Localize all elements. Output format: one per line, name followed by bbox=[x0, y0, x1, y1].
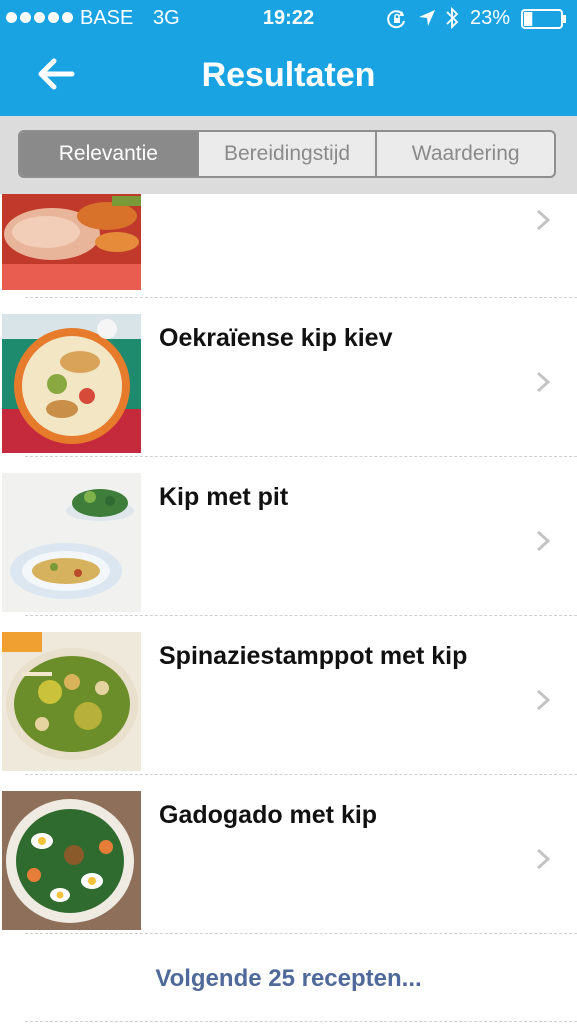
battery-icon bbox=[521, 9, 566, 29]
chevron-right-icon bbox=[536, 848, 551, 870]
row-divider bbox=[25, 1021, 577, 1022]
sort-option-rating[interactable]: Waardering bbox=[377, 132, 554, 176]
recipe-thumbnail bbox=[2, 632, 141, 771]
chevron-right-icon bbox=[536, 371, 551, 393]
recipe-row[interactable] bbox=[0, 194, 577, 298]
recipe-thumbnail bbox=[2, 314, 141, 453]
load-more-link[interactable]: Volgende 25 recepten... bbox=[0, 944, 577, 1014]
header: BASE 3G 19:22 23% Resultaten bbox=[0, 0, 577, 116]
recipe-list: Oekraïense kip kiev Kip met pit Spinazie… bbox=[0, 194, 577, 934]
recipe-title: Kip met pit bbox=[159, 483, 289, 511]
chevron-right-icon bbox=[536, 209, 551, 231]
recipe-title: Oekraïense kip kiev bbox=[159, 324, 393, 352]
page-title: Resultaten bbox=[201, 56, 376, 94]
navigation-bar: Resultaten bbox=[0, 38, 577, 116]
bluetooth-icon bbox=[446, 6, 459, 30]
sort-bar: Relevantie Bereidingstijd Waardering bbox=[0, 116, 577, 194]
status-bar: BASE 3G 19:22 23% bbox=[0, 0, 577, 38]
recipe-thumbnail bbox=[2, 473, 141, 612]
recipe-thumbnail bbox=[2, 791, 141, 930]
recipe-row[interactable]: Oekraïense kip kiev bbox=[0, 298, 577, 457]
recipe-row[interactable]: Spinaziestamppot met kip bbox=[0, 616, 577, 775]
recipe-title: Spinaziestamppot met kip bbox=[159, 642, 468, 670]
location-arrow-icon bbox=[419, 10, 435, 26]
rotation-lock-icon bbox=[387, 10, 405, 29]
chevron-right-icon bbox=[536, 689, 551, 711]
sort-option-relevance[interactable]: Relevantie bbox=[20, 132, 199, 176]
sort-segmented-control: Relevantie Bereidingstijd Waardering bbox=[18, 130, 556, 178]
recipe-title: Gadogado met kip bbox=[159, 801, 378, 829]
sort-option-preparation-time[interactable]: Bereidingstijd bbox=[199, 132, 378, 176]
battery-percentage: 23% bbox=[470, 7, 511, 29]
recipe-thumbnail bbox=[2, 194, 141, 290]
row-divider bbox=[25, 933, 577, 934]
recipe-row[interactable]: Gadogado met kip bbox=[0, 775, 577, 934]
recipe-row[interactable]: Kip met pit bbox=[0, 457, 577, 616]
chevron-right-icon bbox=[536, 530, 551, 552]
